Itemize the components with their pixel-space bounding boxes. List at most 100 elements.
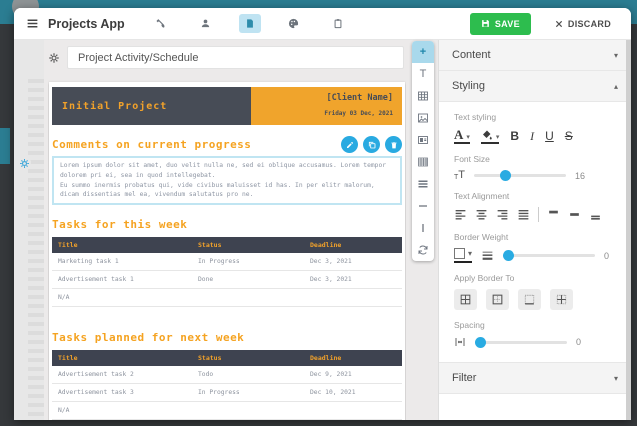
rows-icon xyxy=(417,178,429,190)
font-size-slider[interactable] xyxy=(474,170,567,181)
cell-title: Advertisement task 3 xyxy=(52,383,192,402)
image-with-text-icon xyxy=(417,134,429,146)
discard-label: DISCARD xyxy=(567,18,611,29)
border-weight-label: Border Weight xyxy=(454,232,509,242)
table-row: N/A xyxy=(52,288,402,307)
apply-border-controls xyxy=(454,289,616,310)
element-actions xyxy=(341,136,402,153)
filter-section-header[interactable]: Filter ▾ xyxy=(439,363,631,394)
image-element-button[interactable] xyxy=(412,107,434,129)
save-button[interactable]: SAVE xyxy=(469,12,531,35)
table2-heading: Tasks planned for next week xyxy=(52,331,245,344)
font-size-slider-thumb[interactable] xyxy=(499,170,511,181)
refresh-element-button[interactable] xyxy=(412,239,434,261)
border-color-picker[interactable]: ▾ xyxy=(454,248,473,263)
vertical-line-element-button[interactable] xyxy=(412,217,434,239)
styling-section-label: Styling xyxy=(452,80,486,92)
clipboard-icon[interactable] xyxy=(327,14,349,33)
user-icon[interactable] xyxy=(195,14,217,33)
apply-border-to-label: Apply Border To xyxy=(454,273,515,283)
table-row: N/A xyxy=(52,401,402,420)
document-title-input[interactable] xyxy=(67,46,404,69)
border-bottom-button[interactable] xyxy=(518,289,541,310)
rows-element-button[interactable] xyxy=(412,173,434,195)
text-element-button[interactable]: T xyxy=(412,63,434,85)
rail-gear-icon[interactable] xyxy=(17,156,31,170)
chevron-down-icon: ▾ xyxy=(495,133,500,141)
border-all-button[interactable] xyxy=(454,289,477,310)
left-rail xyxy=(14,40,44,420)
table-element-button[interactable] xyxy=(412,85,434,107)
styling-section-header[interactable]: Styling ▴ xyxy=(439,71,631,102)
valign-bottom-icon xyxy=(589,208,602,221)
image-icon xyxy=(417,112,429,124)
spacing-slider[interactable] xyxy=(475,336,567,348)
edit-element-button[interactable] xyxy=(341,136,358,153)
topbar-tools xyxy=(151,14,349,33)
chevron-down-icon: ▾ xyxy=(613,373,618,383)
banner-client-block: [Client Name] Friday 03 Dec, 2021 xyxy=(250,87,402,125)
delete-element-button[interactable] xyxy=(385,136,402,153)
hamburger-menu-icon[interactable] xyxy=(26,17,39,30)
document-canvas[interactable]: Initial Project [Client Name] Friday 03 … xyxy=(48,73,406,420)
border-weight-value: 0 xyxy=(604,250,610,261)
chevron-down-icon: ▾ xyxy=(466,134,470,141)
bold-button[interactable]: B xyxy=(510,129,519,143)
align-center-button[interactable] xyxy=(475,208,488,221)
horizontal-line-icon xyxy=(417,200,429,212)
top-bar: Projects App SAVE DISCARD xyxy=(14,8,631,40)
align-right-button[interactable] xyxy=(496,208,509,221)
duplicate-element-button[interactable] xyxy=(363,136,380,153)
spacing-slider-thumb[interactable] xyxy=(475,336,486,348)
app-body: Initial Project [Client Name] Friday 03 … xyxy=(14,40,631,420)
content-section-header[interactable]: Content ▾ xyxy=(439,40,631,71)
table-icon xyxy=(417,90,429,102)
tasks-this-week-table[interactable]: Title Status Deadline Marketing task 1 I… xyxy=(52,237,402,307)
cell-deadline: Dec 3, 2021 xyxy=(304,253,402,271)
image-text-element-button[interactable] xyxy=(412,129,434,151)
border-weight-slider-thumb[interactable] xyxy=(503,250,515,261)
add-element-button[interactable]: + xyxy=(412,41,434,63)
filter-panel-empty xyxy=(439,394,631,420)
table1-heading: Tasks for this week xyxy=(52,218,188,231)
grid-element-button[interactable] xyxy=(412,151,434,173)
comment-text-block[interactable]: Lorem ipsum dolor sit amet, duo velit nu… xyxy=(52,156,402,205)
comments-heading-row: Comments on current progress xyxy=(52,136,402,153)
valign-middle-button[interactable] xyxy=(568,208,581,221)
border-weight-slider[interactable] xyxy=(503,250,596,261)
save-label: SAVE xyxy=(494,18,520,29)
tasks-next-week-table[interactable]: Title Status Deadline Advertisement task… xyxy=(52,350,402,420)
discard-button[interactable]: DISCARD xyxy=(547,13,619,35)
italic-button[interactable]: I xyxy=(530,129,534,144)
palette-icon[interactable] xyxy=(283,14,305,33)
border-outer-button[interactable] xyxy=(486,289,509,310)
valign-bottom-button[interactable] xyxy=(589,208,602,221)
wrench-icon[interactable] xyxy=(151,14,173,33)
document-banner[interactable]: Initial Project [Client Name] Friday 03 … xyxy=(52,87,402,125)
fill-color-picker[interactable]: ▾ xyxy=(480,129,500,144)
spacing-icon xyxy=(454,336,466,348)
text-alignment-controls xyxy=(454,207,616,222)
strikethrough-button[interactable]: S xyxy=(565,129,573,143)
valign-middle-icon xyxy=(568,208,581,221)
column-header: Deadline xyxy=(304,237,402,253)
cell-na: N/A xyxy=(52,401,402,420)
table-header-row: Title Status Deadline xyxy=(52,237,402,253)
text-color-a-glyph: A xyxy=(454,127,464,142)
horizontal-line-element-button[interactable] xyxy=(412,195,434,217)
copy-icon xyxy=(368,141,376,149)
border-inner-button[interactable] xyxy=(550,289,573,310)
valign-top-button[interactable] xyxy=(547,208,560,221)
cell-na: N/A xyxy=(52,288,402,307)
element-palette: + T xyxy=(412,41,434,261)
comments-heading: Comments on current progress xyxy=(52,138,252,151)
underline-button[interactable]: U xyxy=(545,129,554,143)
document-template-icon[interactable] xyxy=(238,14,261,33)
align-left-button[interactable] xyxy=(454,208,467,221)
text-color-picker[interactable]: A ▾ xyxy=(454,128,470,144)
column-header: Deadline xyxy=(304,350,402,366)
pencil-icon xyxy=(346,141,354,149)
settings-gear-icon[interactable] xyxy=(48,52,60,64)
align-justify-button[interactable] xyxy=(517,208,530,221)
sidebar-scrollbar[interactable] xyxy=(626,40,631,420)
